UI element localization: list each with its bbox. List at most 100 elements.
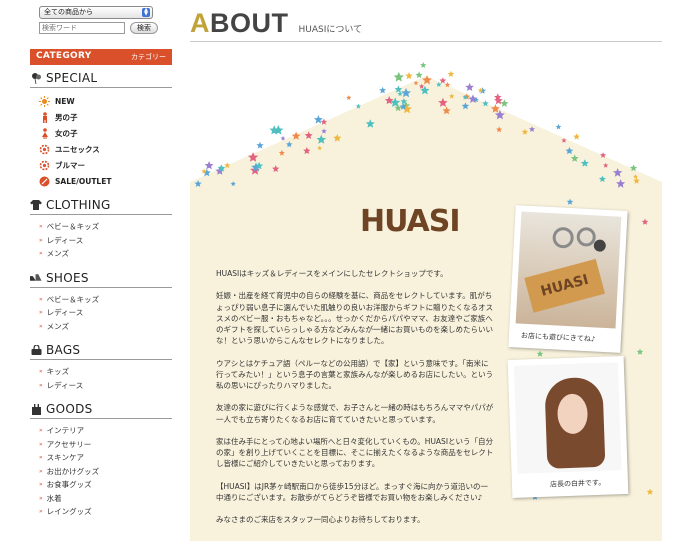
section-title-shoes-label: SHOES bbox=[46, 270, 89, 285]
list-item[interactable]: » レディース bbox=[30, 379, 172, 393]
star-icon bbox=[555, 124, 562, 130]
star-icon bbox=[415, 71, 423, 79]
search-input[interactable] bbox=[39, 22, 125, 34]
clothing-list: » ベビー＆キッズ » レディース » メンズ bbox=[30, 220, 172, 261]
shop-photo-image: HUASI bbox=[515, 211, 622, 329]
about-paragraph: 妊娠・出産を経て育児中の自らの経験を基に、商品をセレクトしています。肌がちょっぴ… bbox=[216, 291, 494, 346]
special-item-new[interactable]: NEW bbox=[30, 93, 172, 109]
special-item-label: ブルマー bbox=[55, 160, 85, 170]
category-header-ja: カテゴリー bbox=[131, 53, 166, 61]
list-item[interactable]: » インテリア bbox=[30, 424, 172, 438]
list-item[interactable]: » 水着 bbox=[30, 492, 172, 506]
special-item-boy[interactable]: 男の子 bbox=[30, 109, 172, 125]
house-panel: HUASI HUASIはキッズ＆レディースをメインにしたセレクトショップです。 … bbox=[190, 62, 662, 541]
bullet-icon: » bbox=[39, 508, 43, 516]
star-icon bbox=[346, 95, 352, 100]
bag-icon bbox=[30, 344, 42, 356]
bullet-icon: » bbox=[39, 381, 43, 389]
owner-photo-caption: 店長の白井です。 bbox=[549, 478, 606, 489]
bullet-icon: » bbox=[39, 368, 43, 376]
star-icon bbox=[256, 141, 264, 149]
list-item[interactable]: » レイングッズ bbox=[30, 505, 172, 519]
about-paragraph: みなさまのご来店をスタッフ一同心よりお待ちしております。 bbox=[216, 515, 425, 525]
list-item[interactable]: » アクセサリー bbox=[30, 438, 172, 452]
list-item[interactable]: » メンズ bbox=[30, 247, 172, 261]
page-title: ABOUT bbox=[190, 8, 289, 38]
shoes-list: » ベビー＆キッズ » レディース » メンズ bbox=[30, 293, 172, 334]
page-header: ABOUT HUASIについて bbox=[190, 8, 662, 42]
special-item-label: NEW bbox=[55, 96, 75, 106]
bullet-icon: » bbox=[39, 467, 43, 475]
section-title-goods: GOODS bbox=[30, 402, 172, 419]
special-item-sale[interactable]: SALE/OUTLET bbox=[30, 173, 172, 189]
star-icon bbox=[313, 115, 323, 124]
star-icon bbox=[405, 71, 413, 80]
flower-icon bbox=[39, 160, 50, 171]
about-paragraph: 家は住み手にとって心地よい場所へと日々変化していくもの。HUASIという「自分の… bbox=[216, 436, 494, 469]
shop-photo: HUASI お店にも遊びにきてね♪ bbox=[508, 205, 628, 353]
bullet-icon: » bbox=[39, 454, 43, 462]
list-item[interactable]: » お食事グッズ bbox=[30, 478, 172, 492]
list-item[interactable]: » ベビー＆キッズ bbox=[30, 220, 172, 234]
main-content: ABOUT HUASIについて bbox=[190, 8, 662, 42]
bullet-icon: » bbox=[39, 322, 43, 330]
star-icon bbox=[573, 133, 580, 140]
category-select[interactable]: 全ての商品から ▲ ▼ bbox=[39, 6, 153, 19]
special-item-bloomers[interactable]: ブルマー bbox=[30, 157, 172, 173]
flower-icon bbox=[39, 144, 50, 155]
list-item[interactable]: » レディース bbox=[30, 306, 172, 320]
wooden-toys-icon bbox=[552, 227, 606, 252]
about-paragraph: ウアシとはケチュア語（ペルーなどの公用語）で【家】という意味です。「南米に行って… bbox=[216, 358, 494, 390]
star-icon bbox=[379, 86, 387, 94]
huasi-tag: HUASI bbox=[524, 258, 606, 313]
star-icon bbox=[447, 70, 455, 77]
star-icon bbox=[420, 62, 427, 68]
star-icon bbox=[494, 96, 503, 105]
bullet-icon: » bbox=[39, 223, 43, 231]
special-item-girl[interactable]: 女の子 bbox=[30, 125, 172, 141]
category-select-value: 全ての商品から bbox=[44, 8, 93, 16]
bullet-icon: » bbox=[39, 494, 43, 502]
list-item[interactable]: » メンズ bbox=[30, 320, 172, 334]
search-row: 検索 bbox=[39, 22, 172, 35]
category-header-en: CATEGORY bbox=[36, 51, 92, 61]
bullet-icon: » bbox=[39, 440, 43, 448]
about-text: HUASIはキッズ＆レディースをメインにしたセレクトショップです。 妊娠・出産を… bbox=[216, 268, 494, 537]
special-item-label: ユニセックス bbox=[55, 144, 100, 154]
about-paragraph: HUASIはキッズ＆レディースをメインにしたセレクトショップです。 bbox=[216, 269, 448, 278]
sun-icon bbox=[39, 95, 50, 107]
section-title-clothing: CLOTHING bbox=[30, 198, 172, 215]
bullet-icon: » bbox=[39, 309, 43, 317]
list-item[interactable]: » レディース bbox=[30, 234, 172, 248]
balloon-icon bbox=[30, 72, 42, 84]
goods-list: » インテリア » アクセサリー » スキンケア » お出かけグッズ » お食事グッズ »… bbox=[30, 424, 172, 519]
section-title-goods-label: GOODS bbox=[46, 402, 93, 416]
list-item[interactable]: » キッズ bbox=[30, 365, 172, 379]
about-paragraph: 友達の家に遊びに行くような感覚で、お子さんと一緒の時はもちろんママやパパが一人で… bbox=[216, 403, 494, 424]
special-item-label: 男の子 bbox=[55, 112, 78, 122]
bullet-icon: » bbox=[39, 236, 43, 244]
page-subtitle: HUASIについて bbox=[298, 25, 363, 35]
section-title-shoes: SHOES bbox=[30, 271, 172, 288]
list-item[interactable]: » お出かけグッズ bbox=[30, 465, 172, 479]
list-item[interactable]: » スキンケア bbox=[30, 451, 172, 465]
shop-photo-caption: お店にも遊びにきてね♪ bbox=[520, 331, 596, 344]
special-item-label: 女の子 bbox=[55, 128, 78, 138]
huasi-logo: HUASI bbox=[360, 204, 461, 239]
goods-icon bbox=[30, 403, 42, 415]
girl-icon bbox=[39, 127, 50, 139]
tshirt-icon bbox=[30, 199, 42, 211]
bullet-icon: » bbox=[39, 295, 43, 303]
section-title-bags: BAGS bbox=[30, 343, 172, 360]
shoes-icon bbox=[30, 272, 42, 284]
search-button[interactable]: 検索 bbox=[130, 22, 158, 34]
bullet-icon: » bbox=[39, 481, 43, 489]
special-item-unisex[interactable]: ユニセックス bbox=[30, 141, 172, 157]
star-icon bbox=[465, 82, 474, 91]
owner-photo: 店長の白井です。 bbox=[507, 356, 629, 498]
list-item[interactable]: » ベビー＆キッズ bbox=[30, 293, 172, 307]
owner-photo-image bbox=[513, 362, 622, 474]
section-title-clothing-label: CLOTHING bbox=[46, 198, 111, 212]
about-paragraph: 【HUASI】はJR茅ヶ崎駅南口から徒歩15分ほど。まっすぐ海に向かう道沿いの一… bbox=[216, 481, 489, 502]
sidebar: 全ての商品から ▲▼ 検索 CATEGORY カテゴリー SPECIAL NEW… bbox=[30, 6, 172, 519]
